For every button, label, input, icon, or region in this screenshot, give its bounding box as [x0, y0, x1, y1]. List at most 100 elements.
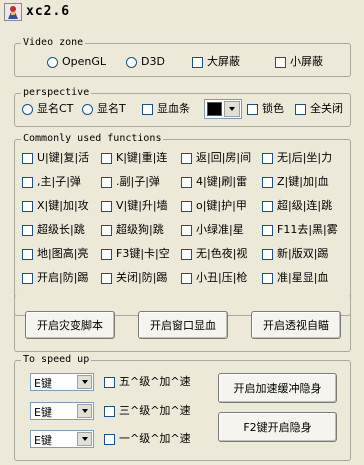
enable-disaster-script-button[interactable]: 开启灾变脚本 [25, 311, 115, 339]
speed5-checkbox-box[interactable] [104, 376, 115, 388]
function-checkbox[interactable]: o|键|护|甲 [181, 199, 247, 213]
function-checkbox-box[interactable] [262, 248, 273, 260]
function-checkbox-box[interactable] [101, 152, 112, 164]
chevron-down-icon[interactable] [224, 101, 240, 117]
function-checkbox[interactable]: 开启|防|踢 [22, 271, 88, 285]
lock-color-checkbox-box[interactable] [247, 103, 258, 115]
title-bar[interactable]: xc2.6 [0, 0, 364, 26]
function-checkbox-box[interactable] [181, 152, 192, 164]
function-checkbox-box[interactable] [101, 224, 112, 236]
f2-enable-stealth-button[interactable]: F2键开启隐身 [218, 412, 337, 442]
d3d-radio[interactable]: D3D [126, 55, 165, 69]
function-label: 超级长|跳 [37, 223, 85, 236]
speed5-key-select[interactable]: E键 [30, 373, 94, 391]
lock-color-label: 锁色 [262, 102, 284, 115]
function-label: 小绿准|星 [196, 223, 244, 236]
chevron-down-icon[interactable] [77, 432, 92, 446]
function-checkbox[interactable]: 超级狗|跳 [101, 223, 164, 237]
function-checkbox-box[interactable] [101, 248, 112, 260]
function-checkbox[interactable]: 小丑|压|枪 [181, 271, 247, 285]
function-checkbox-box[interactable] [22, 224, 33, 236]
game-character-icon [4, 3, 22, 21]
d3d-radio-button[interactable] [126, 56, 137, 68]
small-shield-checkbox[interactable]: 小屏蔽 [275, 55, 323, 69]
speed5-checkbox[interactable]: 五^级^加^速 [104, 375, 191, 389]
chevron-down-icon[interactable] [77, 375, 92, 389]
show-name-t-radio-button[interactable] [82, 103, 93, 115]
large-shield-label: 大屏蔽 [207, 55, 240, 68]
show-blood-bar-checkbox[interactable]: 显血条 [142, 102, 190, 116]
function-checkbox[interactable]: 超级长|跳 [22, 223, 85, 237]
function-checkbox[interactable]: 4|键|刷|雷 [181, 175, 247, 189]
speed3-key-select[interactable]: E键 [30, 402, 94, 420]
function-checkbox-box[interactable] [101, 272, 112, 284]
speed1-key-select[interactable]: E键 [30, 430, 94, 448]
function-checkbox-box[interactable] [181, 176, 192, 188]
function-checkbox-box[interactable] [262, 200, 273, 212]
speed3-checkbox[interactable]: 三^级^加^速 [104, 404, 191, 418]
show-name-t-radio[interactable]: 显名T [82, 102, 126, 116]
function-checkbox-box[interactable] [101, 176, 112, 188]
opengl-label: OpenGL [62, 55, 107, 68]
chevron-down-icon[interactable] [77, 404, 92, 418]
enable-speed-buffer-stealth-button[interactable]: 开启加速缓冲隐身 [218, 373, 337, 403]
function-checkbox-box[interactable] [101, 200, 112, 212]
function-checkbox[interactable]: F3键|卡|空 [101, 247, 170, 261]
enable-xray-aim-button[interactable]: 开启透视自瞄 [251, 311, 341, 339]
lock-color-checkbox[interactable]: 锁色 [247, 102, 284, 116]
function-checkbox[interactable]: U|键|复|活 [22, 151, 89, 165]
function-checkbox[interactable]: ,主|子|弹 [22, 175, 81, 189]
speed5-key-value: E键 [34, 377, 52, 390]
function-checkbox[interactable]: 无|后|坐|力 [262, 151, 332, 165]
function-label: X|键|加|攻 [37, 199, 89, 212]
large-shield-checkbox-box[interactable] [192, 56, 203, 68]
function-checkbox-box[interactable] [22, 272, 33, 284]
function-checkbox-box[interactable] [262, 272, 273, 284]
function-checkbox[interactable]: 超|级|连|跳 [262, 199, 332, 213]
function-checkbox-box[interactable] [22, 152, 33, 164]
function-checkbox-box[interactable] [181, 272, 192, 284]
function-checkbox[interactable]: X|键|加|攻 [22, 199, 89, 213]
show-name-ct-radio-button[interactable] [22, 103, 33, 115]
color-picker[interactable] [204, 99, 242, 119]
function-checkbox[interactable]: 返|回|房|间 [181, 151, 251, 165]
function-checkbox[interactable]: 关闭|防|踢 [101, 271, 167, 285]
function-checkbox[interactable]: 准|星显|血 [262, 271, 328, 285]
window-title: xc2.6 [26, 4, 71, 19]
close-all-checkbox[interactable]: 全关闭 [295, 102, 343, 116]
function-checkbox-box[interactable] [181, 248, 192, 260]
function-checkbox-box[interactable] [181, 200, 192, 212]
function-checkbox[interactable]: K|键|重|连 [101, 151, 167, 165]
speed1-checkbox-box[interactable] [104, 433, 115, 445]
large-shield-checkbox[interactable]: 大屏蔽 [192, 55, 240, 69]
speed3-label: 三^级^加^速 [119, 404, 191, 417]
function-checkbox-box[interactable] [262, 176, 273, 188]
speed3-checkbox-box[interactable] [104, 405, 115, 417]
show-blood-bar-checkbox-box[interactable] [142, 103, 153, 115]
show-name-ct-radio[interactable]: 显名CT [22, 102, 73, 116]
opengl-radio[interactable]: OpenGL [47, 55, 106, 69]
close-all-checkbox-box[interactable] [295, 103, 306, 115]
function-checkbox-box[interactable] [262, 152, 273, 164]
function-checkbox[interactable]: Z|键|加|血 [262, 175, 329, 189]
function-checkbox-box[interactable] [22, 248, 33, 260]
function-checkbox-box[interactable] [181, 224, 192, 236]
function-checkbox[interactable]: 新|版双|踢 [262, 247, 328, 261]
function-checkbox[interactable]: .副|子|弹 [101, 175, 160, 189]
function-checkbox[interactable]: V|键|升|墙 [101, 199, 168, 213]
function-checkbox-box[interactable] [22, 176, 33, 188]
main-panel: Video zone OpenGL D3D 大屏蔽 小屏蔽 perspectiv… [0, 26, 364, 465]
speed1-checkbox[interactable]: 一^级^加^速 [104, 432, 191, 446]
perspective-legend: perspective [23, 87, 90, 98]
function-checkbox[interactable]: 无|色夜|视 [181, 247, 247, 261]
enable-window-blood-button[interactable]: 开启窗口显血 [138, 311, 228, 339]
function-checkbox[interactable]: 地|图高|亮 [22, 247, 88, 261]
function-checkbox-box[interactable] [262, 224, 273, 236]
function-checkbox[interactable]: 小绿准|星 [181, 223, 244, 237]
opengl-radio-button[interactable] [47, 56, 58, 68]
small-shield-checkbox-box[interactable] [275, 56, 286, 68]
function-checkbox[interactable]: F11去|黑|雾 [262, 223, 338, 237]
function-label: 无|后|坐|力 [277, 151, 333, 164]
function-checkbox-box[interactable] [22, 200, 33, 212]
color-swatch [207, 102, 222, 116]
